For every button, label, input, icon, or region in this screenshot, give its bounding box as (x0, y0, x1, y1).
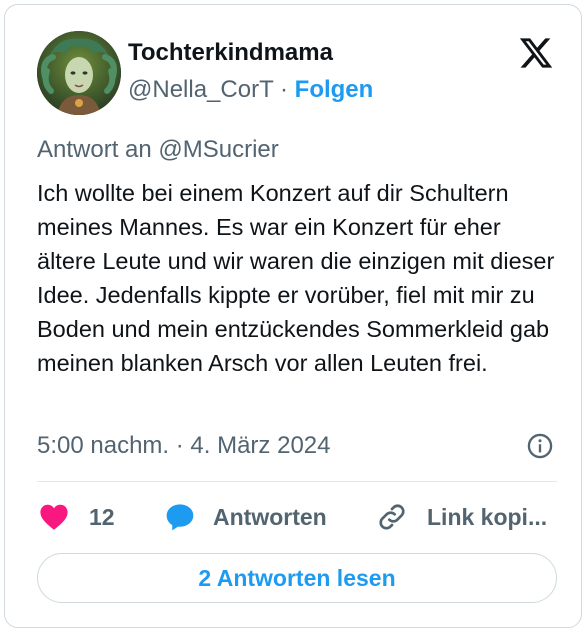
separator-dot: · (279, 76, 288, 103)
tweet-text: Ich wollte bei einem Konzert auf dir Sch… (37, 180, 555, 376)
embedded-tweet-card: Tochterkindmama @Nella_CorT · Folgen Ant… (4, 4, 582, 628)
speech-bubble-icon (166, 504, 194, 531)
author-handle-row: @Nella_CorT · Folgen (128, 76, 373, 104)
author-display-name[interactable]: Tochterkindmama (128, 39, 333, 67)
avatar-image (37, 31, 121, 115)
divider (37, 481, 557, 482)
reply-button[interactable]: Antworten (163, 497, 327, 537)
follow-button[interactable]: Folgen (295, 76, 374, 103)
link-icon (379, 504, 405, 530)
x-logo-icon[interactable] (518, 35, 554, 71)
author-handle[interactable]: @Nella_CorT (128, 76, 273, 103)
reply-context[interactable]: Antwort an @MSucrier (37, 136, 279, 164)
heart-icon (40, 504, 68, 530)
read-replies-button[interactable]: 2 Antworten lesen (37, 553, 557, 603)
info-icon[interactable] (526, 432, 554, 460)
action-bar: 12 Antworten Link kopi... (37, 497, 557, 537)
reply-label: Antworten (213, 503, 327, 530)
avatar[interactable] (37, 31, 121, 115)
like-count: 12 (89, 503, 115, 530)
tweet-timestamp[interactable]: 5:00 nachm. · 4. März 2024 (37, 432, 330, 460)
copy-link-button[interactable]: Link kopi... (375, 497, 547, 537)
like-button[interactable]: 12 (37, 497, 115, 537)
copy-link-label: Link kopi... (427, 503, 548, 530)
